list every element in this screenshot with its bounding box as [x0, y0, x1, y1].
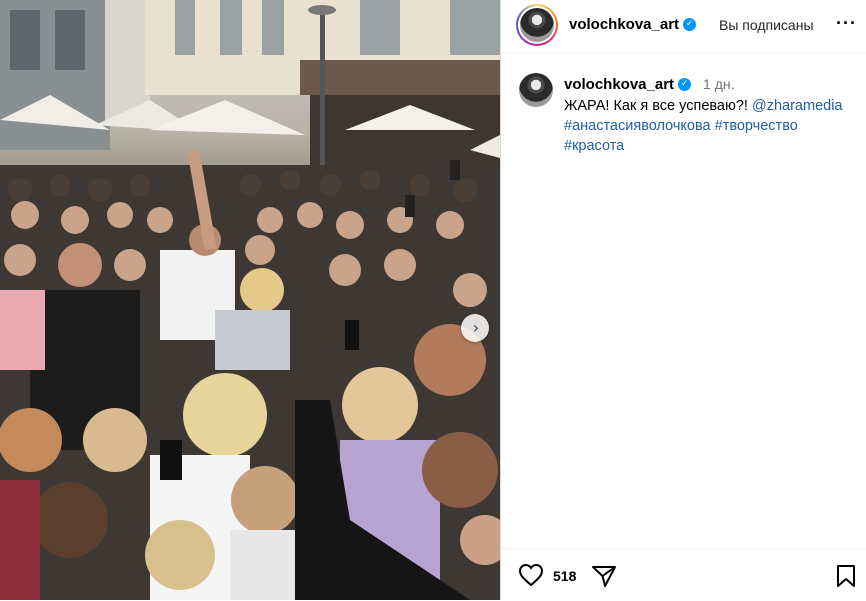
crowd-photo: [0, 0, 500, 600]
avatar: [520, 8, 554, 42]
caption-text: ЖАРА! Как я все успеваю?! @zharamedia #а…: [564, 96, 854, 156]
mention-link[interactable]: @zharamedia: [752, 98, 842, 114]
next-slide-button[interactable]: ›: [461, 314, 489, 342]
header-username[interactable]: volochkova_art ✓: [569, 16, 697, 33]
chevron-right-icon: ›: [472, 318, 480, 337]
bookmark-icon[interactable]: [835, 564, 857, 593]
hashtag-link[interactable]: #творчество: [715, 118, 798, 134]
post-header: volochkova_art ✓ Вы подписаны ···: [501, 0, 866, 53]
post-media[interactable]: ›: [0, 0, 500, 600]
caption-avatar[interactable]: [519, 73, 553, 107]
more-options-icon[interactable]: ···: [836, 13, 857, 34]
follow-status-button[interactable]: Вы подписаны: [719, 17, 814, 33]
post-time[interactable]: 1 дн.: [703, 76, 734, 92]
hashtag-link[interactable]: #анастасияволочкова: [564, 118, 711, 134]
caption-header: volochkova_art ✓ 1 дн.: [564, 76, 735, 93]
share-icon[interactable]: [591, 564, 617, 593]
caption-username[interactable]: volochkova_art: [564, 76, 674, 93]
story-avatar[interactable]: [516, 4, 558, 46]
like-count[interactable]: 518: [553, 568, 576, 584]
action-bar: 518: [501, 548, 866, 601]
username-text[interactable]: volochkova_art: [569, 16, 679, 33]
caption-body: ЖАРА! Как я все успеваю?!: [564, 98, 752, 114]
verified-icon: ✓: [683, 17, 697, 31]
heart-icon[interactable]: [518, 563, 544, 592]
hashtag-link[interactable]: #красота: [564, 138, 624, 154]
verified-icon: ✓: [678, 77, 692, 91]
divider: [500, 0, 501, 600]
